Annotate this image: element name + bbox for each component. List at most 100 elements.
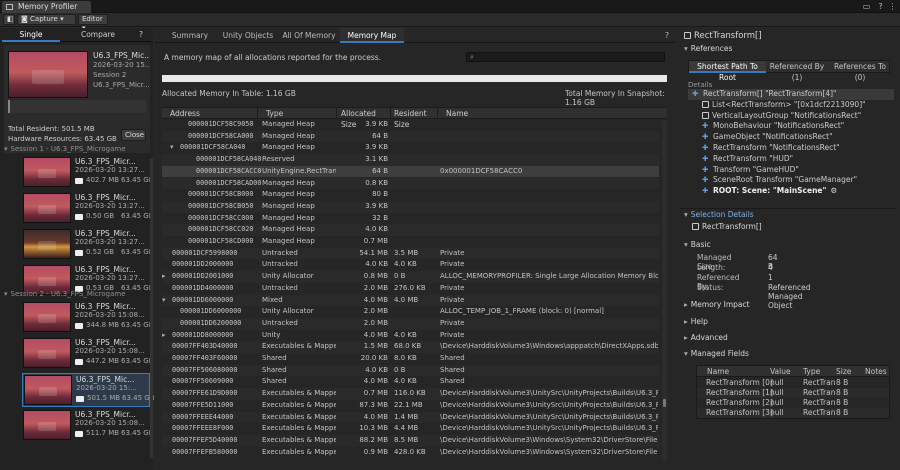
current-snapshot-thumbnail[interactable] [8,51,88,98]
table-row[interactable]: ▸ 000001DD2001000 Unity Allocator 0.8 MB 0 B… [162,271,659,283]
reference-node[interactable]: ✚ SceneRoot Transform "GameManager" [688,175,894,186]
table-row[interactable]: 000001DCF58CD000 Managed Heap 0.7 MB [162,236,659,248]
managed-fields-header[interactable]: ▾ Managed Fields [684,349,749,358]
table-row[interactable]: ▾ 000001DD6000000 Mixed 4.0 MB 4.0 MB Private [162,294,659,307]
snapshot-item[interactable]: U6.3_FPS_Mic... 2026-03-20 15:... 501.5 MB… [22,373,155,407]
table-row[interactable]: 000001DCF58CC020 Managed Heap 4.0 KB [162,224,659,236]
tab-shortest-path[interactable]: Shortest Path To Root [689,61,766,82]
expand-arrow-icon[interactable]: ▾ [162,295,166,307]
reference-node[interactable]: ✚ Transform "GameHUD" [688,165,894,176]
tab-references-to[interactable]: References To (0) [829,61,891,82]
snapshot-thumbnail[interactable] [23,410,71,440]
table-row[interactable]: 000001DCF58CA000 Managed Heap 64 B [162,130,659,143]
help-icon[interactable]: ? [662,28,672,43]
snapshot-scrollbar[interactable] [150,158,153,458]
tab-single-snapshot[interactable]: Single Snapshot [2,28,60,53]
table-row[interactable]: 000001DD4000000 Untracked 2.0 MB 276.0 KB Pr… [162,283,659,295]
snapshot-thumbnail[interactable] [23,302,71,332]
table-row[interactable]: ▸ 000001DD8000000 Unity 4.0 MB 4.0 KB Private [162,330,659,342]
window-tab[interactable]: Memory Profiler [2,1,92,13]
table-row[interactable]: 000001DD6200000 Untracked 2.0 MB Private [162,317,659,330]
memory-map-bar[interactable] [162,75,667,82]
close-button[interactable]: Close [121,129,146,141]
expand-arrow-icon[interactable]: ▾ [170,142,174,154]
tab-memory-map[interactable]: Memory Map [340,28,404,43]
table-row[interactable]: 000001DCF58CC000 Managed Heap 32 B [162,213,659,225]
info-icon[interactable]: ? [136,28,146,42]
table-row[interactable]: 00007FFEFB580000 Executables & Mapped 0.9 … [162,447,659,459]
reference-node[interactable]: ✚ GameObject "NotificationsRect" [688,132,894,143]
selection-details-header[interactable]: ▾ Selection Details [684,210,754,219]
managed-field-row[interactable]: RectTransform [2] null RectTran 8 B [697,398,889,408]
mf-column-value[interactable]: Value [770,367,791,376]
table-scrollbar[interactable] [662,121,667,461]
capture-button[interactable]: ◙ Capture ▾ [17,14,76,25]
table-row[interactable]: 00007FFE61D9D000 Executables & Mapped 0.7 … [162,388,659,400]
column-address[interactable]: Address [162,108,258,119]
snapshot-item[interactable]: U6.3_FPS_Micr... 2026-03-20 15:08... 447.2… [22,337,154,371]
reference-node[interactable]: ✚ RectTransform "HUD" [688,154,894,165]
managed-field-row[interactable]: RectTransform [1] null RectTran 8 B [697,388,889,398]
tab-unity-objects[interactable]: Unity Objects [220,28,276,43]
table-scrollbar-thumb[interactable] [663,399,666,407]
table-row[interactable]: 00007FFEEE8F000 Executables & Mapped 10.3 … [162,423,659,435]
basic-header[interactable]: ▾ Basic [684,240,711,249]
toggle-panel-button[interactable]: ◧ [3,14,15,25]
table-row[interactable]: 000001DCF58CB050 Managed Heap 3.9 KB [162,200,659,213]
table-row[interactable]: 00007FF403F60000 Shared 20.0 KB 8.0 KB Share… [162,353,659,365]
tab-compare-snapshots[interactable]: Compare Snapshots [64,28,132,53]
tab-all-of-memory[interactable]: All Of Memory [280,28,338,43]
search-input[interactable]: ⌕ [466,52,665,62]
table-row[interactable]: 000001DCF58CA040 Reserved 3.1 KB [162,154,659,166]
references-header[interactable]: ▾ References [684,44,732,53]
mf-column-notes[interactable]: Notes [865,367,887,376]
column-type[interactable]: Type [258,108,337,119]
reference-node[interactable]: ✚ MonoBehaviour "NotificationsRect" [688,121,894,132]
table-row[interactable]: 000001DCF58CB000 Managed Heap 80 B [162,189,659,201]
reference-node[interactable]: ✚ RectTransform "NotificationsRect" [688,143,894,154]
reference-node[interactable]: List<RectTransform> "[0x1dcf2213090]" [688,100,894,111]
session-2-header[interactable]: Session 2 - U6.3_FPS_Microgame [4,289,150,300]
mf-column-size[interactable]: Size [836,367,851,376]
snapshot-thumbnail[interactable] [23,338,71,368]
advanced-header[interactable]: ▸ Advanced [684,333,728,342]
mf-column-type[interactable]: Type [803,367,820,376]
column-name[interactable]: Name [438,108,667,119]
snapshot-thumbnail[interactable] [23,157,71,187]
editor-dropdown[interactable]: Editor ▾ [78,14,108,32]
reference-node[interactable]: ✚ ROOT: Scene: "MainScene" ⚙ [688,186,894,197]
table-row[interactable]: 00007FFEF5D40000 Executables & Mapped 88.2… [162,434,659,447]
help-header[interactable]: ▸ Help [684,317,708,326]
table-row[interactable]: 000001DCF5998000 Untracked 54.1 MB 3.5 MB Pr… [162,247,659,260]
tab-referenced-by[interactable]: Referenced By (1) [767,61,827,82]
session-1-header[interactable]: Session 1 - U6.3_FPS_Microgame [4,144,150,155]
mf-column-name[interactable]: Name [707,367,729,376]
reference-node[interactable]: ✚ RectTransform[] "RectTransform[4]" [688,89,894,100]
help-icon[interactable]: ? [876,2,885,11]
managed-field-row[interactable]: RectTransform [0] null RectTran 8 B [697,378,889,388]
table-row[interactable]: 000001DCF58C9050 Managed Heap 3.9 KB [162,119,659,131]
expand-arrow-icon[interactable]: ▸ [162,271,166,283]
memory-impact-header[interactable]: ▸ Memory Impact [684,300,750,309]
snapshot-item[interactable]: U6.3_FPS_Micr... 2026-03-20 15:08... 344.8… [22,301,154,335]
managed-field-row[interactable]: RectTransform [3] null RectTran 8 B [697,408,889,418]
table-row[interactable]: 000001DCF58CAD00 Managed Heap 0.8 KB [162,177,659,190]
table-row[interactable]: 00007FF403D40000 Executables & Mapped 1.5 … [162,341,659,353]
snapshot-item[interactable]: U6.3_FPS_Micr... 2026-03-20 13:27... 0.52 … [22,228,154,262]
snapshot-thumbnail[interactable] [24,375,72,405]
snapshot-item[interactable]: U6.3_FPS_Micr... 2026-03-20 15:08... 511.7… [22,409,154,443]
snapshot-thumbnail[interactable] [23,229,71,259]
snapshot-item[interactable]: U6.3_FPS_Micr... 2026-03-20 13:27... 402.7… [22,156,154,190]
table-row[interactable]: 00007FF50609000 Shared 4.0 MB 4.0 KB Shared [162,376,659,388]
column-allocated-size[interactable]: Allocated Size [337,108,391,129]
table-row[interactable]: 00007FFEEE44000 Executables & Mapped 4.0 M… [162,411,659,424]
more-icon[interactable]: ⋮ [888,2,897,11]
table-row[interactable]: 000001DCF58CACC0UnityEngine.RectTrans...… [162,165,659,178]
table-row[interactable]: ▾ 000001DCF58CA040 Managed Heap 3.9 KB [162,142,659,154]
snapshot-thumbnail[interactable] [23,193,71,223]
table-row[interactable]: 000001DD2000000 Untracked 4.0 KB 4.0 KB Priv… [162,259,659,271]
table-row[interactable]: 00007FF506080000 Shared 4.0 KB 0 B Shared [162,364,659,377]
reference-node[interactable]: VerticalLayoutGroup "NotificationsRect" [688,111,894,122]
expand-arrow-icon[interactable]: ▸ [162,330,166,342]
table-row[interactable]: 000001DD6000000 Unity Allocator 2.0 MB ALLO… [162,306,659,318]
